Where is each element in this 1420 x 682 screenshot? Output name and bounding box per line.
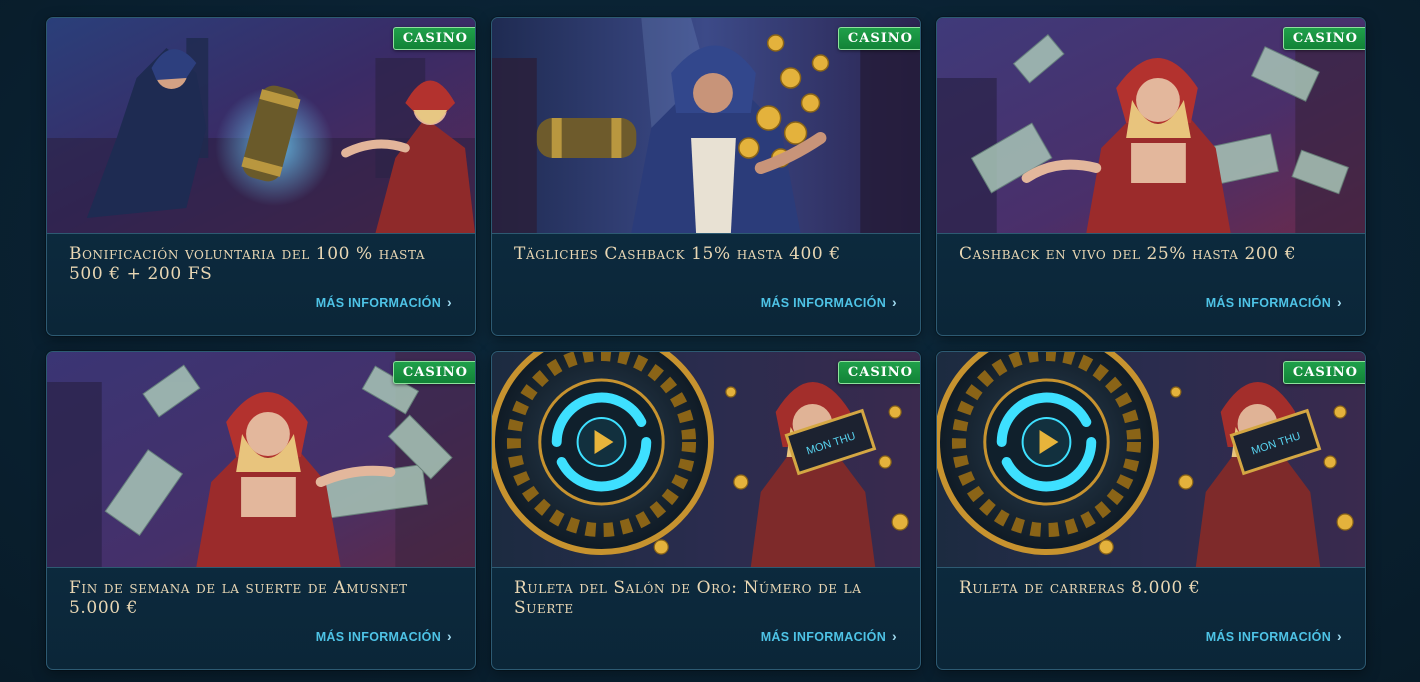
casino-badge: CASINO [392, 27, 475, 50]
more-info-link[interactable]: MÁS INFORMACIÓN › [760, 294, 897, 310]
promo-title: Bonificación voluntaria del 100 % hasta … [69, 244, 426, 284]
more-info-link[interactable]: MÁS INFORMACIÓN › [315, 294, 452, 310]
casino-badge: CASINO [392, 361, 475, 384]
promo-card[interactable]: CASINO Cashback en vivo del 25% hasta 20… [936, 17, 1366, 336]
casino-badge: CASINO [1282, 361, 1365, 384]
casino-badge: CASINO [837, 361, 920, 384]
chevron-right-icon: › [1337, 628, 1342, 644]
casino-badge: CASINO [1282, 27, 1365, 50]
more-info-label: MÁS INFORMACIÓN [1205, 629, 1332, 644]
promo-image-rogue-and-redhood: CASINO [47, 18, 475, 234]
promo-image-redhood-banknotes: CASINO [937, 18, 1365, 234]
promo-card[interactable]: CASINO Fin de semana de la suerte de Amu… [46, 351, 476, 670]
promo-image-redhood-banknotes: CASINO [47, 352, 475, 568]
more-info-label: MÁS INFORMACIÓN [315, 295, 442, 310]
promo-image-wheel-redhood: MON THU CASINO [492, 352, 920, 568]
chevron-right-icon: › [1337, 294, 1342, 310]
chevron-right-icon: › [447, 294, 452, 310]
promo-image-hooded-rogue-coins: CASINO [492, 18, 920, 234]
more-info-link[interactable]: MÁS INFORMACIÓN › [1205, 294, 1342, 310]
promo-title: Cashback en vivo del 25% hasta 200 € [959, 244, 1297, 264]
more-info-label: MÁS INFORMACIÓN [760, 295, 887, 310]
more-info-link[interactable]: MÁS INFORMACIÓN › [760, 628, 897, 644]
promo-card[interactable]: CASINO Bonificación voluntaria del 100 %… [46, 17, 476, 336]
more-info-label: MÁS INFORMACIÓN [1205, 295, 1332, 310]
promo-title: Ruleta de carreras 8.000 € [959, 578, 1201, 598]
more-info-label: MÁS INFORMACIÓN [760, 629, 887, 644]
more-info-label: MÁS INFORMACIÓN [315, 629, 442, 644]
chevron-right-icon: › [447, 628, 452, 644]
promo-title: Fin de semana de la suerte de Amusnet 5.… [69, 578, 408, 618]
promo-title: Ruleta del Salón de Oro: Número de la Su… [514, 578, 862, 618]
more-info-link[interactable]: MÁS INFORMACIÓN › [315, 628, 452, 644]
promo-card[interactable]: CASINO Tägliches Cashback 15% hasta 400 … [491, 17, 921, 336]
promo-card[interactable]: MON THU CASINO Ruleta de carreras 8.000 … [936, 351, 1366, 670]
chevron-right-icon: › [892, 628, 897, 644]
promo-title: Tägliches Cashback 15% hasta 400 € [514, 244, 841, 264]
casino-badge: CASINO [837, 27, 920, 50]
chevron-right-icon: › [892, 294, 897, 310]
promo-image-wheel-redhood: MON THU CASINO [937, 352, 1365, 568]
promotions-grid: CASINO Bonificación voluntaria del 100 %… [46, 17, 1366, 670]
more-info-link[interactable]: MÁS INFORMACIÓN › [1205, 628, 1342, 644]
promo-card[interactable]: MON THU CASINO Ruleta del Salón de Oro: … [491, 351, 921, 670]
